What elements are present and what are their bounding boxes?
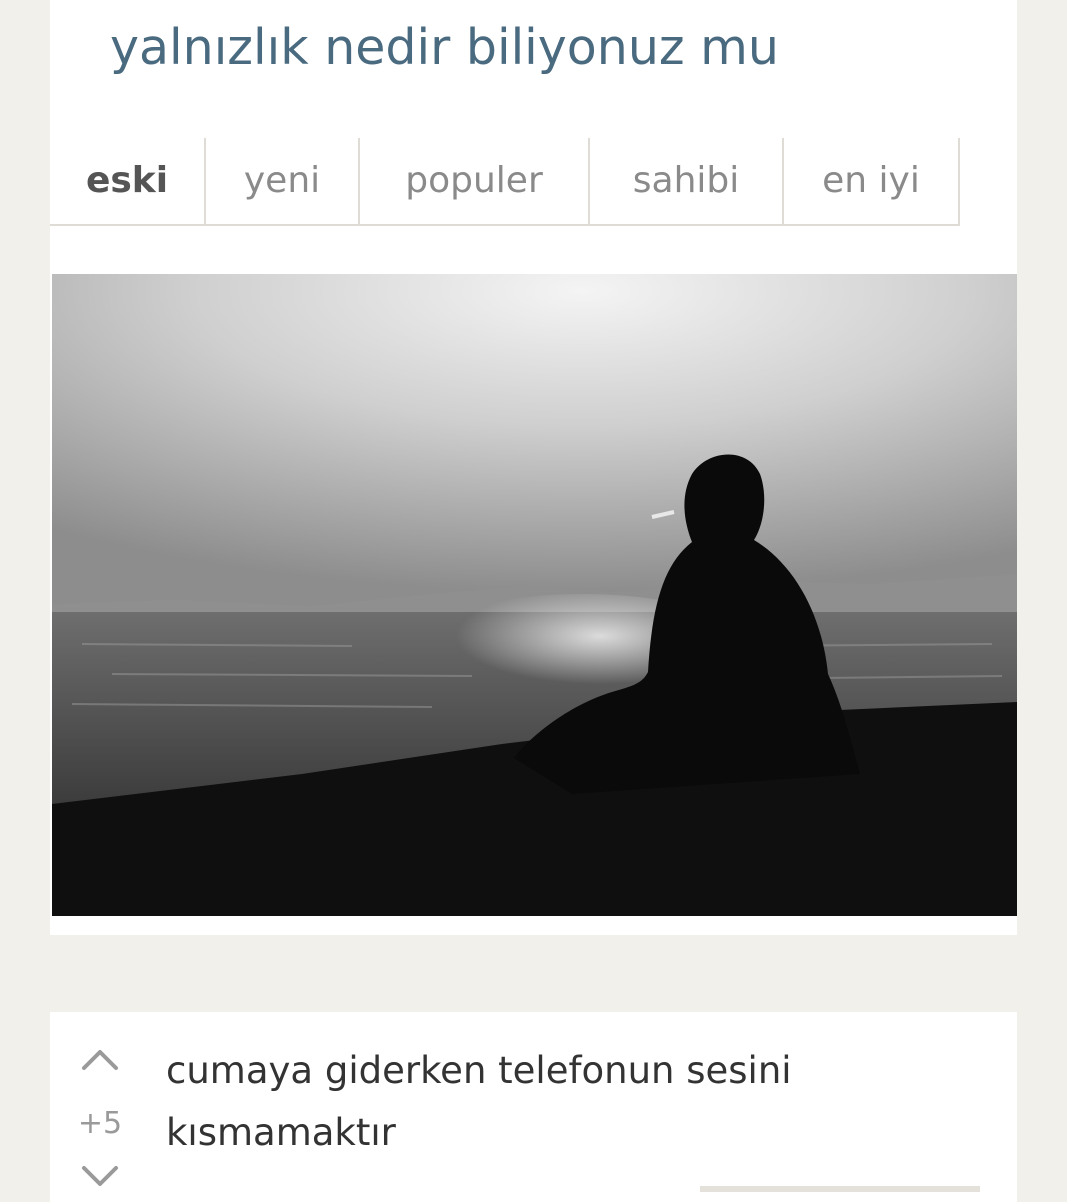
entry-footer-divider: [700, 1186, 980, 1192]
entry-text: cumaya giderken telefonun sesini kısmama…: [166, 1049, 792, 1154]
chevron-up-icon: [82, 1050, 118, 1070]
tab-eski[interactable]: eski: [50, 138, 206, 224]
chevron-down-icon: [82, 1166, 118, 1186]
tab-en-iyi[interactable]: en iyi: [784, 138, 960, 224]
tab-populer[interactable]: populer: [360, 138, 590, 224]
entry-score: +5: [77, 1106, 123, 1141]
vote-down-button[interactable]: [76, 1160, 124, 1194]
entry-photo: [52, 274, 1017, 916]
vote-up-button[interactable]: [76, 1044, 124, 1078]
sort-tabs: eski yeni populer sahibi en iyi: [50, 138, 960, 226]
tab-yeni[interactable]: yeni: [206, 138, 360, 224]
page-title[interactable]: yalnızlık nedir biliyonuz mu: [110, 12, 779, 84]
tab-sahibi[interactable]: sahibi: [590, 138, 784, 224]
